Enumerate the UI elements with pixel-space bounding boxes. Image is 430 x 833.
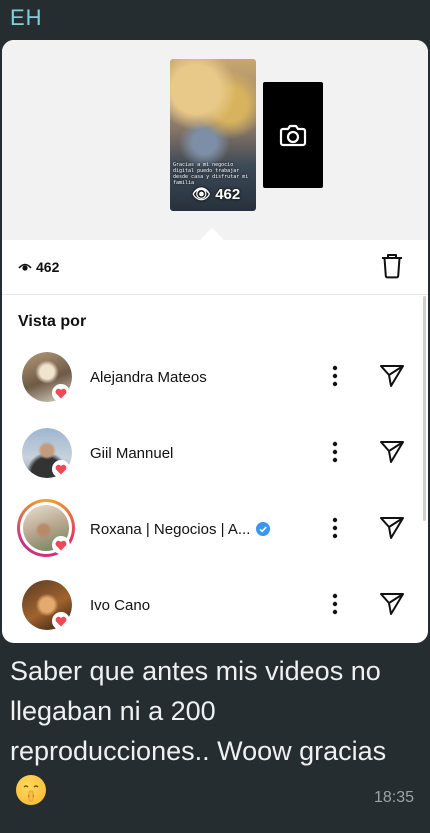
heart-icon [55, 540, 67, 550]
viewer-name: Giil Mannuel [90, 445, 174, 462]
shushing-face-emoji-icon [16, 775, 46, 805]
viewers-title: Vista por [18, 313, 87, 330]
views-count: 462 [36, 259, 60, 275]
story-thumbnail[interactable]: Gracias a mi negocio digital puedo traba… [170, 59, 256, 211]
send-message-button[interactable] [379, 592, 405, 621]
story-preview-area: Gracias a mi negocio digital puedo traba… [2, 40, 428, 240]
like-badge [52, 612, 70, 630]
add-story-tile[interactable] [263, 82, 323, 188]
viewer-row[interactable]: Roxana | Negocios | A... [2, 499, 428, 560]
story-stats-row: 462 [2, 240, 428, 295]
more-vertical-icon [332, 593, 338, 615]
message-timestamp: 18:35 [373, 789, 414, 806]
eye-icon [18, 263, 32, 271]
viewer-row[interactable]: Alejandra Mateos [2, 348, 428, 408]
chat-header: EH [0, 0, 430, 40]
more-options-button[interactable] [332, 593, 338, 620]
send-message-button[interactable] [379, 516, 405, 545]
viewer-name-text: Roxana | Negocios | A... [90, 521, 251, 538]
shared-screenshot[interactable]: Gracias a mi negocio digital puedo traba… [2, 40, 428, 643]
like-badge [52, 536, 70, 554]
send-icon [380, 441, 404, 463]
viewers-scrollbar[interactable] [423, 296, 426, 521]
more-options-button[interactable] [332, 441, 338, 468]
trash-icon [382, 254, 402, 279]
viewer-name: Alejandra Mateos [90, 369, 207, 386]
like-badge [52, 384, 70, 402]
send-icon [380, 365, 404, 387]
more-vertical-icon [332, 365, 338, 387]
caption-text: Saber que antes mis videos no llegaban n… [10, 656, 387, 766]
views-summary[interactable]: 462 [18, 259, 59, 275]
more-vertical-icon [332, 441, 338, 463]
viewer-name: Roxana | Negocios | A... [90, 521, 271, 538]
send-icon [380, 517, 404, 539]
delete-story-button[interactable] [380, 253, 404, 284]
send-icon [380, 593, 404, 615]
heart-icon [55, 616, 67, 626]
more-vertical-icon [332, 517, 338, 539]
more-options-button[interactable] [332, 517, 338, 544]
viewer-row[interactable]: Ivo Cano [2, 576, 428, 636]
verified-badge-icon [256, 522, 271, 536]
like-badge [52, 460, 70, 478]
heart-icon [55, 388, 67, 398]
more-options-button[interactable] [332, 365, 338, 392]
sender-initials[interactable]: EH [10, 5, 43, 31]
camera-icon [279, 124, 307, 147]
heart-icon [55, 464, 67, 474]
story-overlay-text: Gracias a mi negocio digital puedo traba… [173, 162, 249, 186]
send-message-button[interactable] [379, 440, 405, 469]
viewer-row[interactable]: Giil Mannuel [2, 424, 428, 484]
message-caption: Saber que antes mis videos no llegaban n… [10, 651, 390, 811]
story-view-count: 👁 462 [192, 186, 241, 203]
selection-pointer [200, 228, 224, 240]
viewer-name: Ivo Cano [90, 597, 151, 614]
send-message-button[interactable] [379, 364, 405, 393]
